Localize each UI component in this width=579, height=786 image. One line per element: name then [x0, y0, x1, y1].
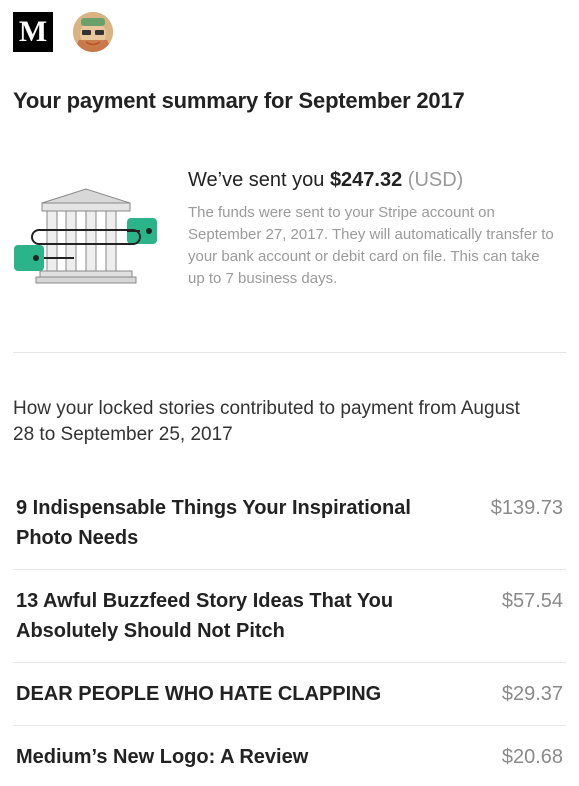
stories-list: 9 Indispensable Things Your Inspirationa… [0, 476, 579, 786]
payment-description: The funds were sent to your Stripe accou… [188, 204, 554, 287]
story-title[interactable]: 9 Indispensable Things Your Inspirationa… [16, 493, 446, 553]
list-item[interactable]: 9 Indispensable Things Your Inspirationa… [0, 476, 579, 569]
story-amount: $29.37 [501, 683, 563, 705]
story-amount: $20.68 [501, 746, 563, 768]
sent-currency: (USD) [402, 169, 464, 191]
list-item[interactable]: DEAR PEOPLE WHO HATE CLAPPING $29.37 [0, 663, 579, 725]
contributions-heading: How your locked stories contributed to p… [13, 398, 520, 445]
list-item[interactable]: 13 Awful Buzzfeed Story Ideas That You A… [0, 570, 579, 662]
sent-amount: $247.32 [329, 169, 403, 191]
story-amount: $139.73 [490, 497, 563, 519]
story-amount: $57.54 [501, 590, 563, 612]
payment-sent-line: We’ve sent you $247.32 (USD) [188, 169, 568, 192]
page-title: Your payment summary for September 2017 [13, 88, 465, 113]
story-title[interactable]: 13 Awful Buzzfeed Story Ideas That You A… [16, 586, 446, 646]
list-item[interactable]: Medium’s New Logo: A Review $20.68 [0, 726, 579, 786]
header: M [13, 12, 113, 52]
medium-logo-icon[interactable]: M [13, 12, 53, 52]
story-title[interactable]: Medium’s New Logo: A Review [16, 742, 446, 772]
payment-sent-block: We’ve sent you $247.32 (USD) The funds w… [188, 169, 568, 290]
user-avatar[interactable] [73, 12, 113, 52]
divider [13, 352, 566, 353]
story-title[interactable]: DEAR PEOPLE WHO HATE CLAPPING [16, 679, 446, 709]
sent-prefix: We’ve sent you [188, 169, 330, 191]
bank-building-icon [14, 185, 159, 285]
